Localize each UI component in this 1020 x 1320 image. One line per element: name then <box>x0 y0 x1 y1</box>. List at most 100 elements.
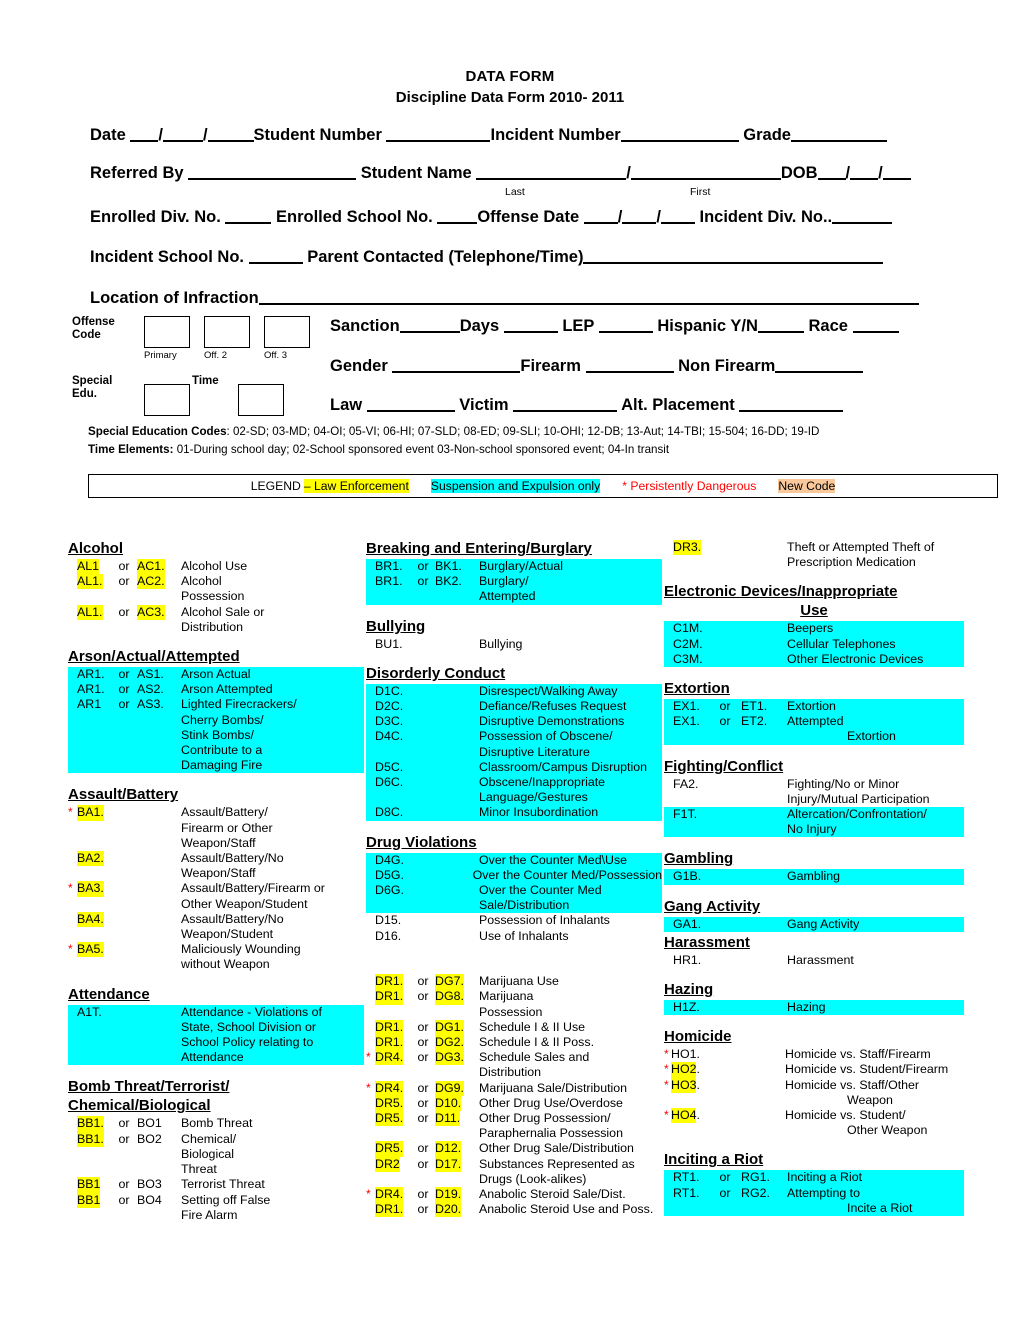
offense-code-row: Prescription Medication <box>664 555 964 570</box>
offense-code-row: BR1. or BK1. Burglary/Actual <box>366 559 662 575</box>
offense-description: Attempted <box>479 589 536 604</box>
category-heading: Electronic Devices/Inappropriate <box>664 583 898 601</box>
input-date-year[interactable] <box>207 124 254 142</box>
input-law[interactable] <box>366 394 455 412</box>
offense-code-row: Cherry Bombs/ <box>68 712 364 728</box>
offense-code-row: Threat <box>68 1162 364 1177</box>
offense-code-or: or <box>417 1202 429 1217</box>
label-lep: LEP <box>562 317 595 335</box>
offense-code-row: EX1. or ET2. Attempted <box>664 714 964 730</box>
label-referred-by: Referred By <box>90 164 184 182</box>
input-enrolled-div-no[interactable] <box>225 206 272 224</box>
offense-description: Setting off False <box>181 1192 271 1207</box>
offense-code-box-3[interactable] <box>264 316 310 348</box>
input-grade[interactable] <box>790 124 887 142</box>
offense-description: Inciting a Riot <box>787 1170 863 1185</box>
input-dob-month[interactable] <box>817 162 846 180</box>
offense-code-primary: H1Z. <box>673 1000 700 1015</box>
offense-column-3: DR3. Theft or Attempted Theft of Prescript… <box>664 540 964 1217</box>
offense-description: Classroom/Campus Disruption <box>479 759 648 774</box>
offense-code-alternate: BO3 <box>137 1177 162 1192</box>
offense-description: Homicide vs. Student/ <box>785 1108 906 1123</box>
category-heading: Homicide <box>664 1028 732 1046</box>
time-box[interactable] <box>238 384 284 416</box>
input-enrolled-school-no[interactable] <box>437 206 478 224</box>
offense-code-primary: BA2. <box>77 851 104 867</box>
form-header: DATA FORM Discipline Data Form 2010- 201… <box>0 0 1020 106</box>
input-sanction[interactable] <box>399 315 460 333</box>
field-row-law: Law Victim Alt. Placement <box>330 394 844 415</box>
offense-code-or: or <box>417 989 429 1004</box>
input-alt-placement[interactable] <box>739 394 844 412</box>
offense-code-row: DR5. or D11. Other Drug Possession/ <box>366 1111 662 1127</box>
offense-description: Prescription Medication <box>787 555 916 570</box>
persistently-dangerous-asterisk: * <box>68 881 73 896</box>
input-offense-date-year[interactable] <box>660 206 695 224</box>
offense-description: without Weapon <box>181 957 270 972</box>
input-referred-by[interactable] <box>188 162 357 180</box>
label-incident-school-no: Incident School No. <box>90 248 245 266</box>
label-victim: Victim <box>459 396 509 414</box>
offense-code-or: or <box>118 1116 130 1131</box>
offense-code-alternate: D19. <box>435 1187 462 1203</box>
offense-code-primary: DR4. <box>375 1080 404 1096</box>
offense-code-row: BA2. Assault/Battery/No <box>68 851 364 867</box>
offense-code-primary: BB1 <box>77 1177 101 1193</box>
input-non-firearm[interactable] <box>775 355 864 373</box>
input-student-number[interactable] <box>386 124 491 142</box>
offense-code-box-2[interactable] <box>204 316 250 348</box>
input-hispanic[interactable] <box>757 315 804 333</box>
input-days[interactable] <box>503 315 558 333</box>
field-row-gender: Gender Firearm Non Firearm <box>330 355 864 376</box>
label-offense-date: Offense Date <box>477 208 580 226</box>
offense-description: Other Electronic Devices <box>787 651 924 666</box>
label-gender: Gender <box>330 357 388 375</box>
offense-code-primary: AL1 <box>77 559 100 575</box>
offense-code-primary: D16. <box>375 928 402 943</box>
input-student-first-name[interactable] <box>630 162 781 180</box>
input-date-month[interactable] <box>130 124 159 142</box>
page-subtitle: Discipline Data Form 2010- 2011 <box>395 89 625 106</box>
offense-code-primary: D5G. <box>375 867 404 882</box>
input-student-last-name[interactable] <box>476 162 627 180</box>
input-victim[interactable] <box>513 394 618 412</box>
offense-code-row: Paraphernalia Possession <box>366 1126 662 1141</box>
input-gender[interactable] <box>392 355 521 373</box>
offense-description: Marijuana <box>479 989 534 1004</box>
label-enrolled-school-no: Enrolled School No. <box>275 208 433 226</box>
label-student-number: Student Number <box>253 126 382 144</box>
input-incident-div-no[interactable] <box>832 206 893 224</box>
offense-description: Extortion <box>847 729 896 744</box>
offense-code-primary: AR1 <box>77 697 102 712</box>
offense-code-primary: DR4. <box>375 1050 404 1066</box>
input-offense-date-month[interactable] <box>583 206 618 224</box>
offense-code-primary: F1T. <box>673 807 698 822</box>
input-incident-school-no[interactable] <box>248 246 303 264</box>
input-lep[interactable] <box>598 315 653 333</box>
offense-description: Assault/Battery/Firearm or <box>181 881 325 896</box>
input-offense-date-day[interactable] <box>622 206 657 224</box>
offense-code-primary: BA3. <box>77 881 104 897</box>
offense-code-alternate: AS2. <box>137 682 164 697</box>
offense-code-row: DR2 or D17. Substances Represented as <box>366 1156 662 1172</box>
offense-code-row: Damaging Fire <box>68 758 364 774</box>
input-parent-contacted[interactable] <box>583 246 884 264</box>
input-location-of-infraction[interactable] <box>258 287 919 305</box>
offense-code-row: HR1. Harassment <box>664 953 964 968</box>
input-date-day[interactable] <box>162 124 203 142</box>
offense-description: Distribution <box>479 1065 541 1080</box>
input-firearm[interactable] <box>585 355 674 373</box>
category-heading: Fighting/Conflict <box>664 757 784 775</box>
offense-code-alternate: BO4 <box>137 1192 162 1207</box>
input-incident-number[interactable] <box>620 124 739 142</box>
offense-description: Over the Counter Med <box>479 883 602 898</box>
offense-description: Attendance <box>181 1050 244 1065</box>
field-row-enrolled: Enrolled Div. No. Enrolled School No. Of… <box>60 206 893 227</box>
offense-description: Stink Bombs/ <box>181 727 254 742</box>
special-edu-box[interactable] <box>144 384 190 416</box>
input-race[interactable] <box>852 315 899 333</box>
offense-code-box-primary[interactable] <box>144 316 190 348</box>
input-dob-day[interactable] <box>850 162 879 180</box>
input-dob-year[interactable] <box>882 162 911 180</box>
category-heading: Breaking and Entering/Burglary <box>366 540 592 557</box>
